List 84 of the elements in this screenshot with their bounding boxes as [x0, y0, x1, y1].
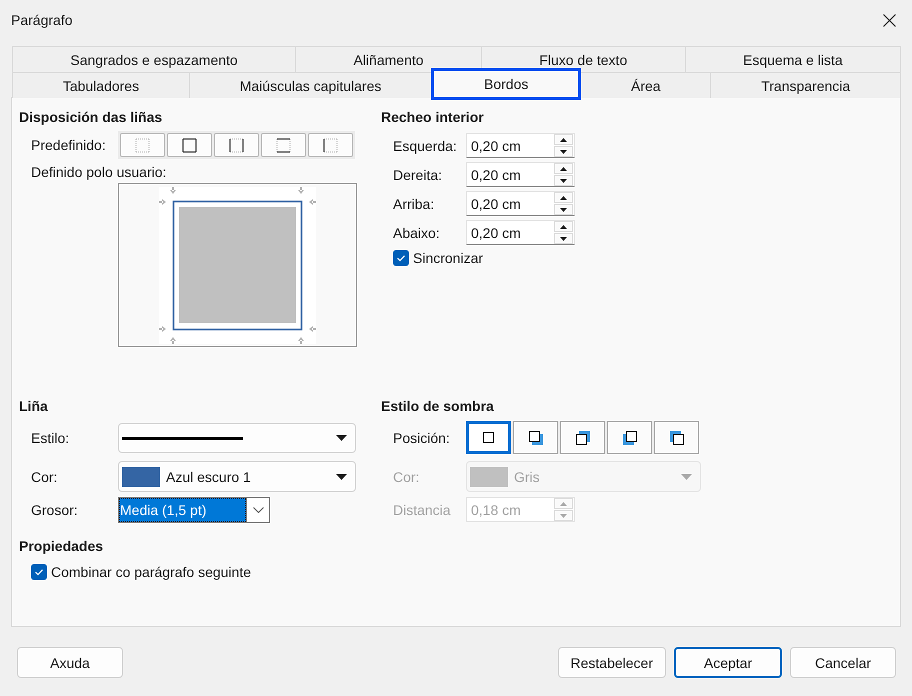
field-label: Grosor: — [31, 502, 79, 518]
section-heading: Liña — [19, 398, 48, 415]
down-triangle-icon — [560, 514, 567, 518]
spin-up-button[interactable] — [554, 134, 573, 145]
preset-button[interactable] — [261, 133, 306, 157]
tab[interactable]: Tabuladores — [12, 72, 189, 98]
field-label: Estilo: — [31, 430, 70, 446]
checkbox[interactable] — [31, 564, 47, 580]
field-label: Cor: — [393, 468, 420, 484]
spin-field[interactable]: 0,20 cm — [466, 220, 575, 245]
down-triangle-icon — [560, 178, 567, 182]
field-label: Abaixo: — [393, 224, 441, 240]
dialog-button[interactable]: Aceptar — [674, 647, 782, 678]
spin-field[interactable]: 0,20 cm — [466, 191, 575, 216]
shadow-position-button[interactable] — [513, 421, 558, 454]
shadow-position-button[interactable] — [607, 421, 652, 454]
up-triangle-icon — [560, 502, 567, 506]
shadow-position-button[interactable] — [466, 421, 511, 454]
spin-up-button[interactable] — [554, 221, 573, 232]
checkbox-label[interactable]: Combinar co parágrafo seguinte — [51, 564, 252, 580]
shadow-none-icon — [483, 432, 494, 443]
down-triangle-icon — [560, 236, 567, 240]
window-title: Parágrafo — [11, 12, 72, 28]
up-triangle-icon — [560, 224, 567, 228]
border-box-icon — [182, 138, 197, 152]
help-button[interactable]: Axuda — [17, 647, 123, 678]
field-label: Esquerda: — [393, 138, 458, 154]
dialog-button[interactable]: Restabelecer — [558, 647, 666, 678]
checkbox-label[interactable]: Sincronizar — [413, 250, 484, 266]
close-icon — [882, 14, 896, 26]
tab[interactable]: Sangrados e espazamento — [12, 46, 296, 72]
tab[interactable]: Transparencia — [710, 72, 902, 98]
spin-down-button[interactable] — [554, 233, 573, 244]
section-heading: Propiedades — [19, 538, 104, 555]
spin-field[interactable]: 0,20 cm — [466, 133, 575, 158]
up-triangle-icon — [560, 166, 567, 170]
shadow-position-button[interactable] — [654, 421, 699, 454]
thickness-combobox[interactable]: Media (1,5 pt) — [118, 497, 270, 523]
checkbox[interactable] — [393, 250, 409, 266]
chevron-down-icon — [252, 507, 264, 513]
shadow-bottom-left-icon — [622, 430, 636, 444]
dropdown-arrow-icon — [336, 474, 347, 480]
spin-up-button[interactable] — [554, 192, 573, 203]
down-triangle-icon — [560, 208, 567, 212]
field-label: Distancia — [393, 502, 452, 518]
dropdown-arrow-icon — [681, 474, 692, 480]
tab[interactable]: Área — [581, 72, 710, 98]
field-label: Definido polo usuario: — [31, 164, 166, 180]
dropdown-arrow-icon — [336, 435, 347, 441]
tab[interactable]: Bordos — [431, 68, 582, 100]
spin-down-button[interactable] — [554, 146, 573, 157]
preset-button[interactable] — [167, 133, 212, 157]
border-left-icon — [323, 138, 338, 152]
field-label: Dereita: — [393, 166, 444, 182]
tab[interactable]: Aliñamento — [295, 46, 481, 72]
spin-down-button[interactable] — [554, 175, 573, 186]
field-label: Cor: — [31, 468, 58, 484]
tab[interactable]: Esquema e lista — [684, 46, 901, 72]
solid-line-icon — [122, 436, 243, 440]
dialog-button[interactable]: Cancelar — [790, 647, 896, 678]
shadow-position-button[interactable] — [560, 421, 605, 454]
field-label: Arriba: — [393, 196, 436, 212]
border-top-bottom-icon — [276, 138, 291, 152]
line-style-dropdown[interactable] — [118, 423, 356, 453]
shadow-top-right-icon — [576, 430, 590, 444]
color-dropdown[interactable]: Azul escuro 1 — [118, 461, 356, 492]
section-heading: Estilo de sombra — [381, 398, 494, 415]
shadow-bottom-right-icon — [528, 430, 542, 444]
up-triangle-icon — [560, 196, 567, 200]
spin-down-button[interactable] — [554, 204, 573, 215]
preset-button[interactable] — [214, 133, 259, 157]
border-none-icon — [135, 138, 150, 152]
section-heading: Recheo interior — [381, 109, 484, 126]
spin-up-button[interactable] — [554, 163, 573, 174]
field-label: Predefinido: — [31, 137, 107, 153]
spin-field[interactable]: 0,20 cm — [466, 162, 575, 187]
shadow-top-left-icon — [670, 430, 684, 444]
section-heading: Disposición das liñas — [19, 109, 162, 126]
down-triangle-icon — [560, 150, 567, 154]
border-left-right-icon — [229, 138, 244, 152]
border-preview[interactable] — [118, 183, 357, 347]
field-label: Posición: — [393, 430, 451, 446]
tab[interactable]: Maiúsculas capitulares — [188, 72, 432, 98]
up-triangle-icon — [560, 138, 567, 142]
